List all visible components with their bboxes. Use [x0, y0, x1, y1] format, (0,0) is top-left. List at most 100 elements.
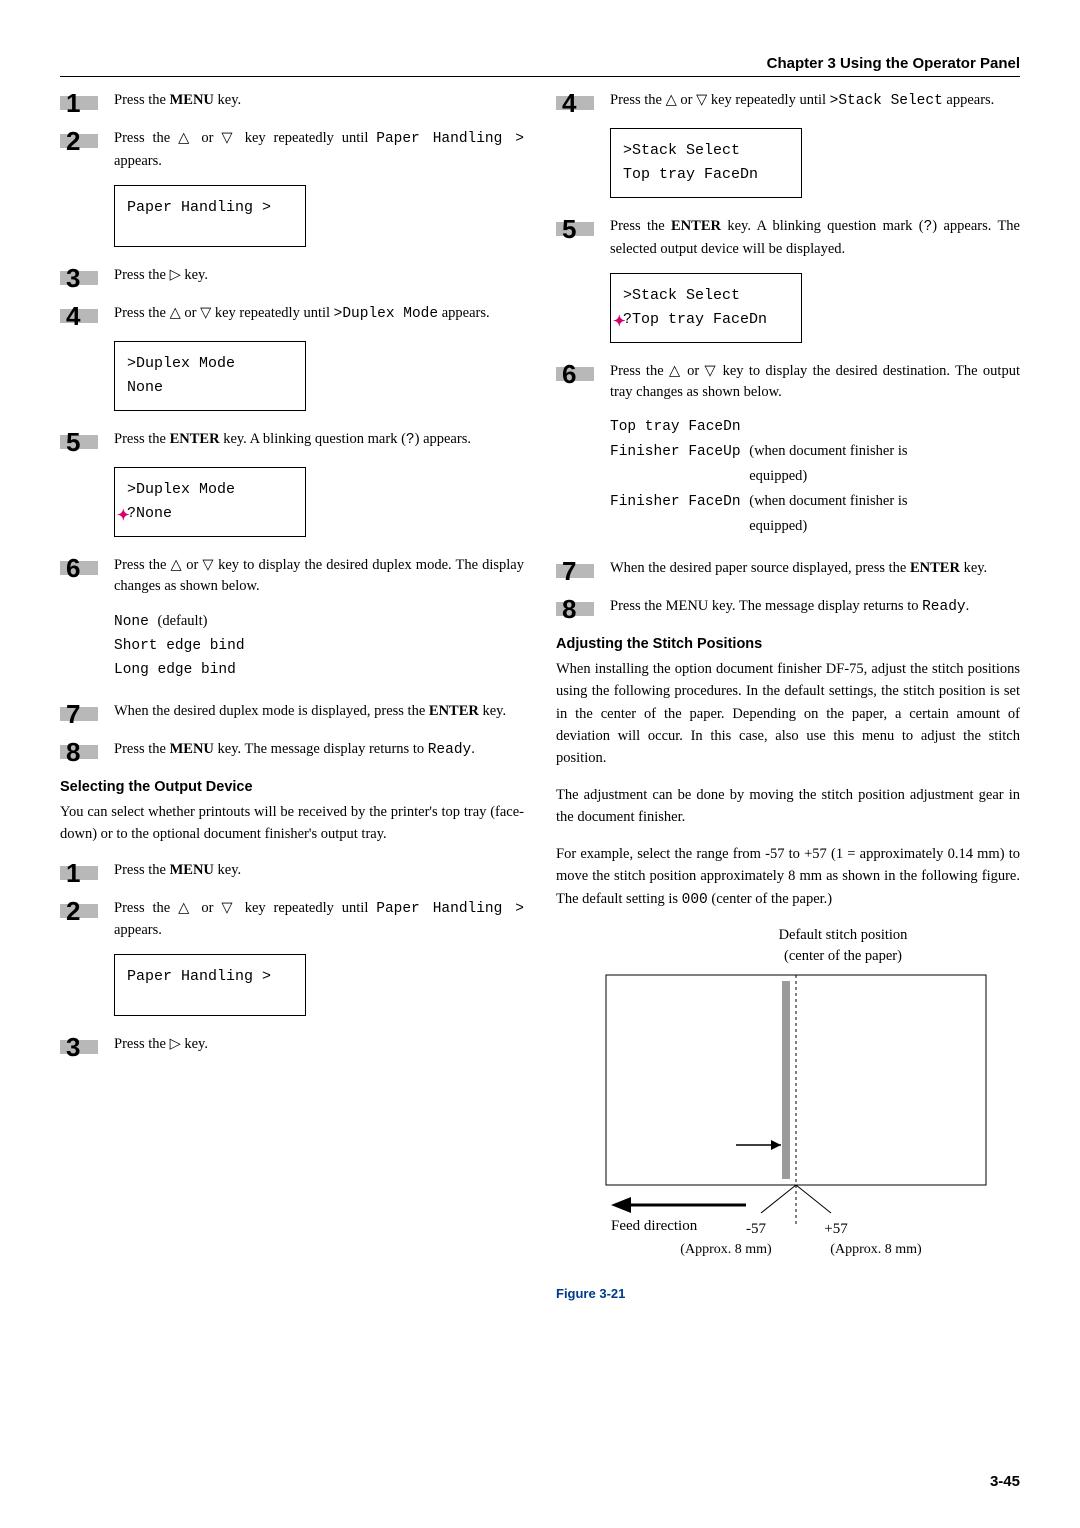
step-number: 1 — [60, 860, 100, 886]
lcd-line: Paper Handling > — [127, 965, 293, 989]
step: 5 Press the ENTER key. A blinking questio… — [556, 216, 1020, 261]
step-number-box: 6 — [60, 555, 100, 581]
section-heading: Adjusting the Stitch Positions — [556, 636, 1020, 652]
step-number-box: 8 — [60, 739, 100, 765]
lcd-display: >Duplex Mode None — [114, 341, 306, 411]
lcd-line: ?None✦ — [127, 502, 293, 526]
svg-text:(Approx. 8 mm): (Approx. 8 mm) — [830, 1242, 922, 1257]
step: 1 Press the MENU key. — [60, 860, 524, 886]
step-text: Press the ▷ key. — [114, 265, 524, 287]
step-number: 1 — [60, 90, 100, 116]
lcd-line: Paper Handling > — [127, 196, 293, 220]
step: 8 Press the MENU key. The message display… — [556, 596, 1020, 622]
right-column: 4 Press the △ or ▽ key repeatedly until >… — [556, 90, 1020, 1488]
step: 6 Press the △ or ▽ key to display the des… — [60, 555, 524, 599]
step-number-box: 7 — [556, 558, 596, 584]
lcd-display: Paper Handling > — [114, 185, 306, 247]
stitch-position-diagram: Feed direction -57 +57 (Approx. 8 mm) (Appro… — [556, 970, 1016, 1280]
step-number: 2 — [60, 898, 100, 924]
step-number: 2 — [60, 128, 100, 154]
step-text: Press the △ or ▽ key to display the desi… — [114, 555, 524, 599]
step-number-box: 3 — [60, 1034, 100, 1060]
step-text: Press the △ or ▽ key repeatedly until Pa… — [114, 898, 524, 943]
chapter-header: Chapter 3 Using the Operator Panel — [60, 55, 1020, 77]
step-number: 5 — [556, 216, 596, 242]
step-text: Press the MENU key. The message display … — [114, 739, 524, 762]
step-number: 7 — [60, 701, 100, 727]
lcd-line: ?Top tray FaceDn✦ — [623, 308, 789, 332]
step-number-box: 5 — [60, 429, 100, 455]
step: 5 Press the ENTER key. A blinking questio… — [60, 429, 524, 455]
step-text: Press the MENU key. — [114, 90, 524, 112]
page-number: 3-45 — [990, 1473, 1020, 1490]
figure-caption: Figure 3-21 — [556, 1286, 1020, 1301]
option-list: None (default)Short edge bindLong edge b… — [114, 610, 524, 683]
para: For example, select the range from -57 t… — [556, 843, 1020, 911]
step-number-box: 4 — [556, 90, 596, 116]
lcd-line: >Stack Select — [623, 139, 789, 163]
step-number-box: 6 — [556, 361, 596, 387]
step-number-box: 1 — [60, 90, 100, 116]
blink-indicator-icon: ✦ — [613, 310, 624, 334]
step: 7 When the desired duplex mode is display… — [60, 701, 524, 727]
step-text: Press the ENTER key. A blinking question… — [114, 429, 524, 452]
section-para: You can select whether printouts will be… — [60, 801, 524, 846]
page: Chapter 3 Using the Operator Panel 1 Pres… — [0, 0, 1080, 1528]
section-heading: Selecting the Output Device — [60, 779, 524, 795]
step-number-box: 3 — [60, 265, 100, 291]
step-text: Press the △ or ▽ key repeatedly until >S… — [610, 90, 1020, 113]
step-number-box: 1 — [60, 860, 100, 886]
step-number: 4 — [556, 90, 596, 116]
step: 4 Press the △ or ▽ key repeatedly until >… — [60, 303, 524, 329]
figure: Default stitch position(center of the pa… — [556, 925, 1020, 1301]
svg-text:(Approx. 8 mm): (Approx. 8 mm) — [680, 1242, 772, 1257]
step: 3 Press the ▷ key. — [60, 265, 524, 291]
step-number: 7 — [556, 558, 596, 584]
lcd-line: >Duplex Mode — [127, 352, 293, 376]
step-number-box: 5 — [556, 216, 596, 242]
step-text: Press the ENTER key. A blinking question… — [610, 216, 1020, 261]
step-text: Press the △ or ▽ key repeatedly until Pa… — [114, 128, 524, 173]
step-number-box: 4 — [60, 303, 100, 329]
para: The adjustment can be done by moving the… — [556, 784, 1020, 829]
step-number: 5 — [60, 429, 100, 455]
lcd-display: >Stack Select?Top tray FaceDn✦ — [610, 273, 802, 343]
figure-top-label: Default stitch position(center of the pa… — [666, 925, 1020, 966]
step: 4 Press the △ or ▽ key repeatedly until >… — [556, 90, 1020, 116]
step-number-box: 8 — [556, 596, 596, 622]
lcd-line: None — [127, 376, 293, 400]
option-list: Top tray FaceDnFinisher FaceUp (when doc… — [610, 416, 1020, 540]
lcd-line: >Duplex Mode — [127, 478, 293, 502]
lcd-display: Paper Handling > — [114, 954, 306, 1016]
step: 3 Press the ▷ key. — [60, 1034, 524, 1060]
lcd-line: Top tray FaceDn — [623, 163, 789, 187]
step-number: 8 — [60, 739, 100, 765]
step-number: 3 — [60, 1034, 100, 1060]
step-text: Press the ▷ key. — [114, 1034, 524, 1056]
step-text: When the desired paper source displayed,… — [610, 558, 1020, 580]
step: 1 Press the MENU key. — [60, 90, 524, 116]
lcd-display: >Stack Select Top tray FaceDn — [610, 128, 802, 198]
columns: 1 Press the MENU key. 2 Press the △ or ▽ ke… — [60, 90, 1020, 1488]
step-text: When the desired duplex mode is displaye… — [114, 701, 524, 723]
svg-text:-57: -57 — [746, 1221, 766, 1237]
blink-indicator-icon: ✦ — [117, 504, 128, 528]
step-number: 6 — [556, 361, 596, 387]
step-text: Press the △ or ▽ key repeatedly until >D… — [114, 303, 524, 326]
step-text: Press the MENU key. The message display … — [610, 596, 1020, 619]
step-text: Press the △ or ▽ key to display the desi… — [610, 361, 1020, 405]
para: When installing the option document fini… — [556, 658, 1020, 770]
step: 8 Press the MENU key. The message display… — [60, 739, 524, 765]
svg-text:+57: +57 — [824, 1221, 848, 1237]
step: 7 When the desired paper source displayed… — [556, 558, 1020, 584]
step: 2 Press the △ or ▽ key repeatedly until P… — [60, 898, 524, 943]
lcd-line: >Stack Select — [623, 284, 789, 308]
step-text: Press the MENU key. — [114, 860, 524, 882]
step: 2 Press the △ or ▽ key repeatedly until P… — [60, 128, 524, 173]
step-number-box: 7 — [60, 701, 100, 727]
step-number: 8 — [556, 596, 596, 622]
svg-text:Feed direction: Feed direction — [611, 1218, 698, 1234]
step-number: 3 — [60, 265, 100, 291]
step: 6 Press the △ or ▽ key to display the des… — [556, 361, 1020, 405]
lcd-display: >Duplex Mode?None✦ — [114, 467, 306, 537]
